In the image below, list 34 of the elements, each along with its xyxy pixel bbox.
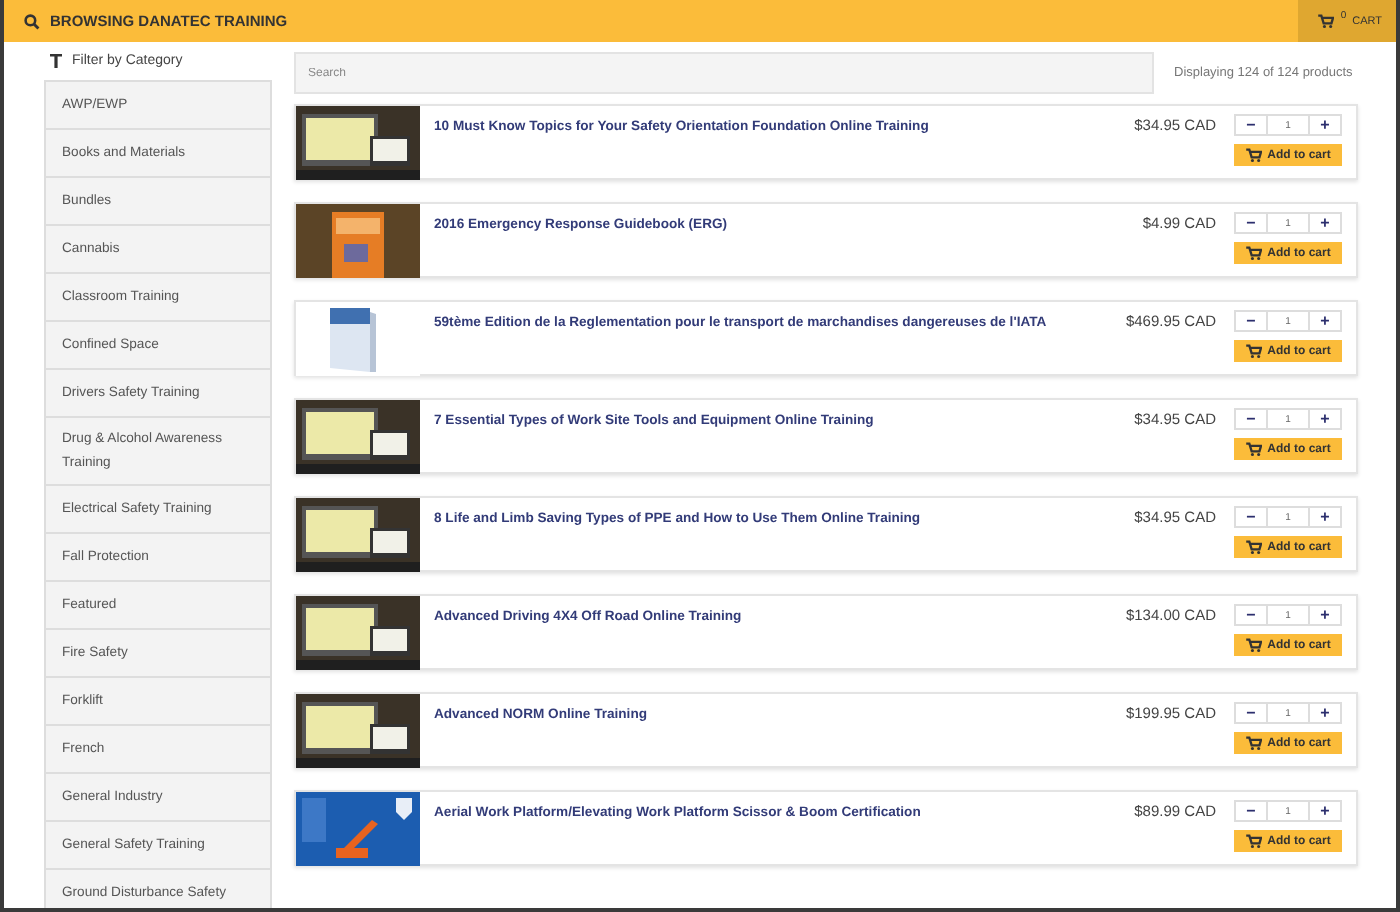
search-icon	[24, 13, 40, 29]
cart-icon	[1245, 638, 1262, 652]
decrease-button[interactable]: −	[1234, 310, 1268, 332]
increase-button[interactable]: +	[1308, 604, 1342, 626]
increase-button[interactable]: +	[1308, 408, 1342, 430]
decrease-button[interactable]: −	[1234, 408, 1268, 430]
product-thumbnail	[296, 694, 420, 768]
product-thumbnail	[296, 498, 420, 572]
cart-icon	[1245, 736, 1262, 750]
cart-icon	[1245, 148, 1262, 162]
increase-button[interactable]: +	[1308, 800, 1342, 822]
increase-button[interactable]: +	[1308, 114, 1342, 136]
decrease-button[interactable]: −	[1234, 212, 1268, 234]
cart-icon	[1318, 14, 1335, 28]
cart-icon	[1245, 442, 1262, 456]
increase-button[interactable]: +	[1308, 702, 1342, 724]
increase-button[interactable]: +	[1308, 310, 1342, 332]
filter-icon	[50, 54, 62, 68]
cart-icon	[1245, 540, 1262, 554]
product-thumbnail	[296, 106, 420, 180]
product-thumbnail	[296, 792, 420, 866]
increase-button[interactable]: +	[1308, 506, 1342, 528]
cart-icon	[1245, 834, 1262, 848]
decrease-button[interactable]: −	[1234, 702, 1268, 724]
product-thumbnail	[296, 596, 420, 670]
cart-icon	[1245, 344, 1262, 358]
increase-button[interactable]: +	[1308, 212, 1342, 234]
product-thumbnail	[296, 204, 420, 278]
cart-icon	[1245, 246, 1262, 260]
decrease-button[interactable]: −	[1234, 604, 1268, 626]
product-thumbnail	[296, 400, 420, 474]
decrease-button[interactable]: −	[1234, 506, 1268, 528]
decrease-button[interactable]: −	[1234, 114, 1268, 136]
decrease-button[interactable]: −	[1234, 800, 1268, 822]
